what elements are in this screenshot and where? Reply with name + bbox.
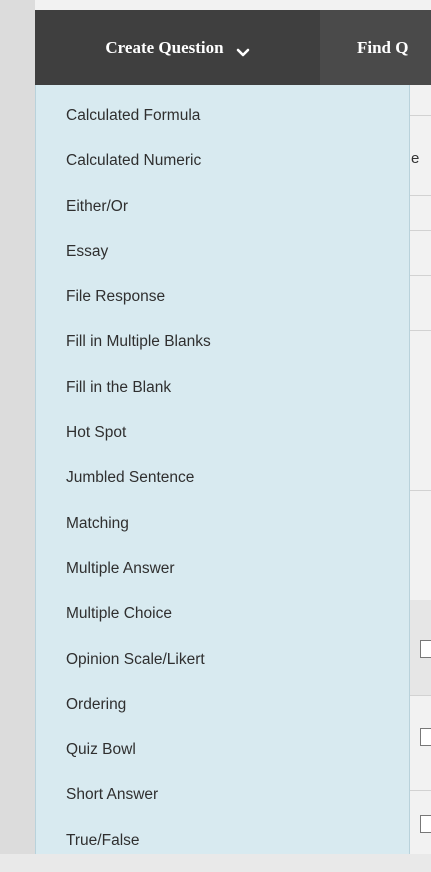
row-checkbox[interactable] (420, 728, 431, 746)
menu-item-ordering[interactable]: Ordering (36, 691, 409, 736)
menu-item-short-answer[interactable]: Short Answer (36, 781, 409, 826)
chevron-down-icon (236, 43, 250, 56)
menu-item-fill-in-multiple-blanks[interactable]: Fill in Multiple Blanks (36, 328, 409, 373)
menu-item-multiple-choice[interactable]: Multiple Choice (36, 600, 409, 645)
table-row-divider (410, 115, 431, 116)
menu-item-either-or[interactable]: Either/Or (36, 193, 409, 238)
table-row-divider (410, 490, 431, 491)
find-questions-button[interactable]: Find Q (357, 10, 431, 85)
menu-item-calculated-numeric[interactable]: Calculated Numeric (36, 147, 409, 192)
menu-item-quiz-bowl[interactable]: Quiz Bowl (36, 736, 409, 781)
menu-item-opinion-scale-likert[interactable]: Opinion Scale/Likert (36, 646, 409, 691)
row-checkbox[interactable] (420, 815, 431, 833)
create-question-dropdown-menu: Calculated Formula Calculated Numeric Ei… (35, 85, 410, 854)
background-text-fragment: e (411, 150, 420, 167)
menu-item-matching[interactable]: Matching (36, 510, 409, 555)
menu-item-fill-in-the-blank[interactable]: Fill in the Blank (36, 374, 409, 419)
table-row-divider (410, 695, 431, 696)
menu-item-file-response[interactable]: File Response (36, 283, 409, 328)
table-row-divider (410, 230, 431, 231)
left-panel-strip (0, 0, 36, 854)
table-row-divider (410, 790, 431, 791)
table-row-divider (410, 195, 431, 196)
menu-item-jumbled-sentence[interactable]: Jumbled Sentence (36, 464, 409, 509)
question-toolbar: Create Question Find Q (35, 10, 431, 85)
menu-item-true-false[interactable]: True/False (36, 827, 409, 872)
row-checkbox[interactable] (420, 640, 431, 658)
menu-item-multiple-answer[interactable]: Multiple Answer (36, 555, 409, 600)
find-questions-label: Find Q (357, 37, 409, 57)
menu-item-calculated-formula[interactable]: Calculated Formula (36, 102, 409, 147)
question-type-list: Calculated Formula Calculated Numeric Ei… (36, 102, 409, 872)
menu-item-hot-spot[interactable]: Hot Spot (36, 419, 409, 464)
table-row-divider (410, 330, 431, 331)
menu-item-essay[interactable]: Essay (36, 238, 409, 283)
table-row-divider (410, 275, 431, 276)
create-question-button[interactable]: Create Question (35, 10, 320, 85)
create-question-label: Create Question (105, 37, 224, 57)
